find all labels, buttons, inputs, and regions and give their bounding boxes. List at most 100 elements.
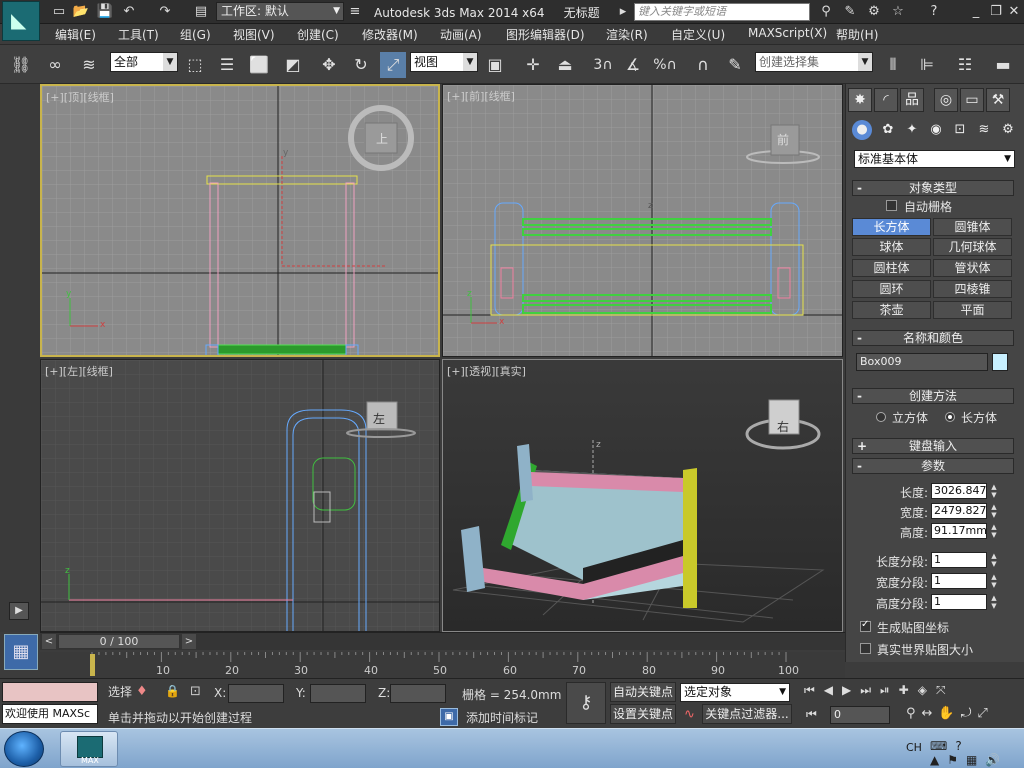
height-segs-spinner-icon[interactable]: ▲ ▼: [989, 594, 999, 610]
set-key-button[interactable]: 设置关键点: [610, 704, 676, 724]
isolate-icon[interactable]: ♦: [136, 684, 148, 699]
absolute-mode-icon[interactable]: ⊡: [190, 684, 201, 699]
workspace-select[interactable]: 工作区: 默认 ▼: [216, 2, 344, 21]
create-tab-icon[interactable]: ✸: [848, 88, 872, 112]
box-button[interactable]: 长方体: [852, 218, 931, 236]
menu-rendering[interactable]: 渲染(R): [606, 26, 648, 43]
cone-button[interactable]: 圆锥体: [933, 218, 1012, 236]
help-icon[interactable]: ?: [924, 3, 944, 21]
viewcube-persp[interactable]: 右: [777, 418, 789, 435]
time-slider[interactable]: < 0 / 100 >: [40, 632, 845, 650]
rect-selection-icon[interactable]: ⬜: [246, 52, 272, 78]
time-tag-icon[interactable]: ▣: [440, 708, 458, 726]
layer-manager-icon[interactable]: ☷: [952, 52, 978, 78]
viewport-front[interactable]: [+][前][线框] 前 z z x: [442, 84, 843, 357]
pyramid-button[interactable]: 四棱锥: [933, 280, 1012, 298]
prev-frame-button[interactable]: <: [42, 634, 56, 649]
select-object-icon[interactable]: ⬚: [182, 52, 208, 78]
name-color-header[interactable]: - 名称和颜色: [852, 330, 1014, 346]
cameras-icon[interactable]: ◉: [926, 120, 946, 140]
current-frame-input[interactable]: 0: [830, 706, 890, 724]
viewcube-left[interactable]: 左: [373, 410, 385, 427]
viewcube-front[interactable]: 前: [777, 131, 789, 148]
system-tray-icons[interactable]: ⌨?▲⚑▦🔊: [930, 739, 1024, 767]
menu-edit[interactable]: 编辑(E): [55, 26, 96, 43]
favorites-icon[interactable]: ☆: [888, 3, 908, 21]
snaps-toggle-icon[interactable]: 3∩: [590, 52, 616, 78]
width-segs-spinner-icon[interactable]: ▲ ▼: [989, 573, 999, 589]
next-frame-button[interactable]: >: [182, 634, 196, 649]
viewport-top[interactable]: [+][顶][线框] 上 y x y: [40, 84, 440, 357]
communication-icon[interactable]: ⚙: [864, 3, 884, 21]
object-name-input[interactable]: Box009: [856, 353, 988, 371]
search-expand-icon[interactable]: ▸: [614, 3, 632, 21]
y-coord-input[interactable]: [310, 684, 366, 703]
play-expand-icon[interactable]: ▶: [9, 602, 29, 620]
select-by-name-icon[interactable]: ☰: [214, 52, 240, 78]
helpers-icon[interactable]: ⊡: [950, 120, 970, 140]
shapes-icon[interactable]: ✿: [878, 120, 898, 140]
app-logo-button[interactable]: ◣: [2, 1, 40, 41]
hierarchy-tab-icon[interactable]: 品: [900, 88, 924, 112]
viewport-left[interactable]: [+][左][线框] 左 z: [40, 359, 440, 632]
maxscript-listener-pink[interactable]: [2, 682, 98, 702]
cylinder-button[interactable]: 圆柱体: [852, 259, 931, 277]
geometry-icon[interactable]: ●: [852, 120, 872, 140]
teapot-button[interactable]: 茶壶: [852, 301, 931, 319]
width-segs-input[interactable]: 1: [931, 573, 987, 589]
angle-snap-icon[interactable]: ∡: [620, 52, 646, 78]
autogrid-checkbox[interactable]: [886, 200, 897, 211]
height-input[interactable]: 91.17mm: [931, 523, 987, 539]
graphite-tools-icon[interactable]: ▬: [990, 52, 1016, 78]
height-spinner-icon[interactable]: ▲ ▼: [989, 523, 999, 539]
rotate-icon[interactable]: ↻: [348, 52, 374, 78]
systems-icon[interactable]: ⚙: [998, 120, 1018, 140]
torus-button[interactable]: 圆环: [852, 280, 931, 298]
maxscript-listener-input[interactable]: 欢迎使用 MAXSc: [2, 704, 98, 724]
open-file-icon[interactable]: 📂: [72, 3, 90, 21]
key-mode-icon[interactable]: ⏮: [806, 707, 817, 722]
x-coord-input[interactable]: [228, 684, 284, 703]
bind-spacewarp-icon[interactable]: ≋: [76, 52, 102, 78]
motion-tab-icon[interactable]: ◎: [934, 88, 958, 112]
redo-icon[interactable]: ↷: [156, 3, 174, 21]
plane-button[interactable]: 平面: [933, 301, 1012, 319]
close-icon[interactable]: ✕: [1004, 3, 1024, 21]
key-icon[interactable]: ⚷: [566, 682, 606, 724]
menu-customize[interactable]: 自定义(U): [671, 26, 725, 43]
viewport-perspective[interactable]: [+][透视][真实] 右 z: [442, 359, 843, 632]
project-folder-icon[interactable]: ▤: [192, 3, 210, 21]
link-icon[interactable]: ⛓: [8, 52, 34, 78]
height-segs-input[interactable]: 1: [931, 594, 987, 610]
viewport-layout-icon[interactable]: ▦: [4, 634, 38, 670]
gen-map-coords-checkbox[interactable]: [860, 619, 871, 632]
width-spinner-icon[interactable]: ▲ ▼: [989, 503, 999, 519]
mirror-icon[interactable]: ⫴: [880, 52, 906, 78]
move-icon[interactable]: ✥: [316, 52, 342, 78]
z-coord-input[interactable]: [390, 684, 446, 703]
auto-key-button[interactable]: 自动关键点: [610, 682, 676, 702]
length-spinner-icon[interactable]: ▲ ▼: [989, 483, 999, 499]
menu-create[interactable]: 创建(C): [297, 26, 339, 43]
track-bar[interactable]: 10 20 30 40 50 60 70 80 90 100: [40, 652, 845, 678]
subscription-icon[interactable]: ✎: [840, 3, 860, 21]
display-tab-icon[interactable]: ▭: [960, 88, 984, 112]
selection-filter-select[interactable]: 全部 ▼: [110, 52, 178, 72]
real-world-map-checkbox[interactable]: [860, 643, 871, 654]
start-button[interactable]: [4, 731, 44, 767]
window-crossing-icon[interactable]: ◩: [280, 52, 306, 78]
menu-modifiers[interactable]: 修改器(M): [362, 26, 418, 43]
add-time-tag[interactable]: 添加时间标记: [466, 709, 538, 726]
workspace-menu-icon[interactable]: ≡: [346, 3, 364, 21]
menu-maxscript[interactable]: MAXScript(X): [748, 26, 827, 40]
menu-animation[interactable]: 动画(A): [440, 26, 482, 43]
keyboard-shortcut-icon[interactable]: ⏏: [552, 52, 578, 78]
object-color-swatch[interactable]: [992, 353, 1008, 371]
playback-controls[interactable]: ⏮◀▶⏭⏯✚◈⤧: [804, 683, 1020, 703]
pivot-center-icon[interactable]: ▣: [482, 52, 508, 78]
sphere-button[interactable]: 球体: [852, 238, 931, 256]
viewport-left-label[interactable]: [+][左][线框]: [45, 363, 113, 379]
time-slider-thumb[interactable]: 0 / 100: [58, 634, 180, 649]
unlink-icon[interactable]: ∞: [42, 52, 68, 78]
binoculars-icon[interactable]: ⚲: [816, 3, 836, 21]
